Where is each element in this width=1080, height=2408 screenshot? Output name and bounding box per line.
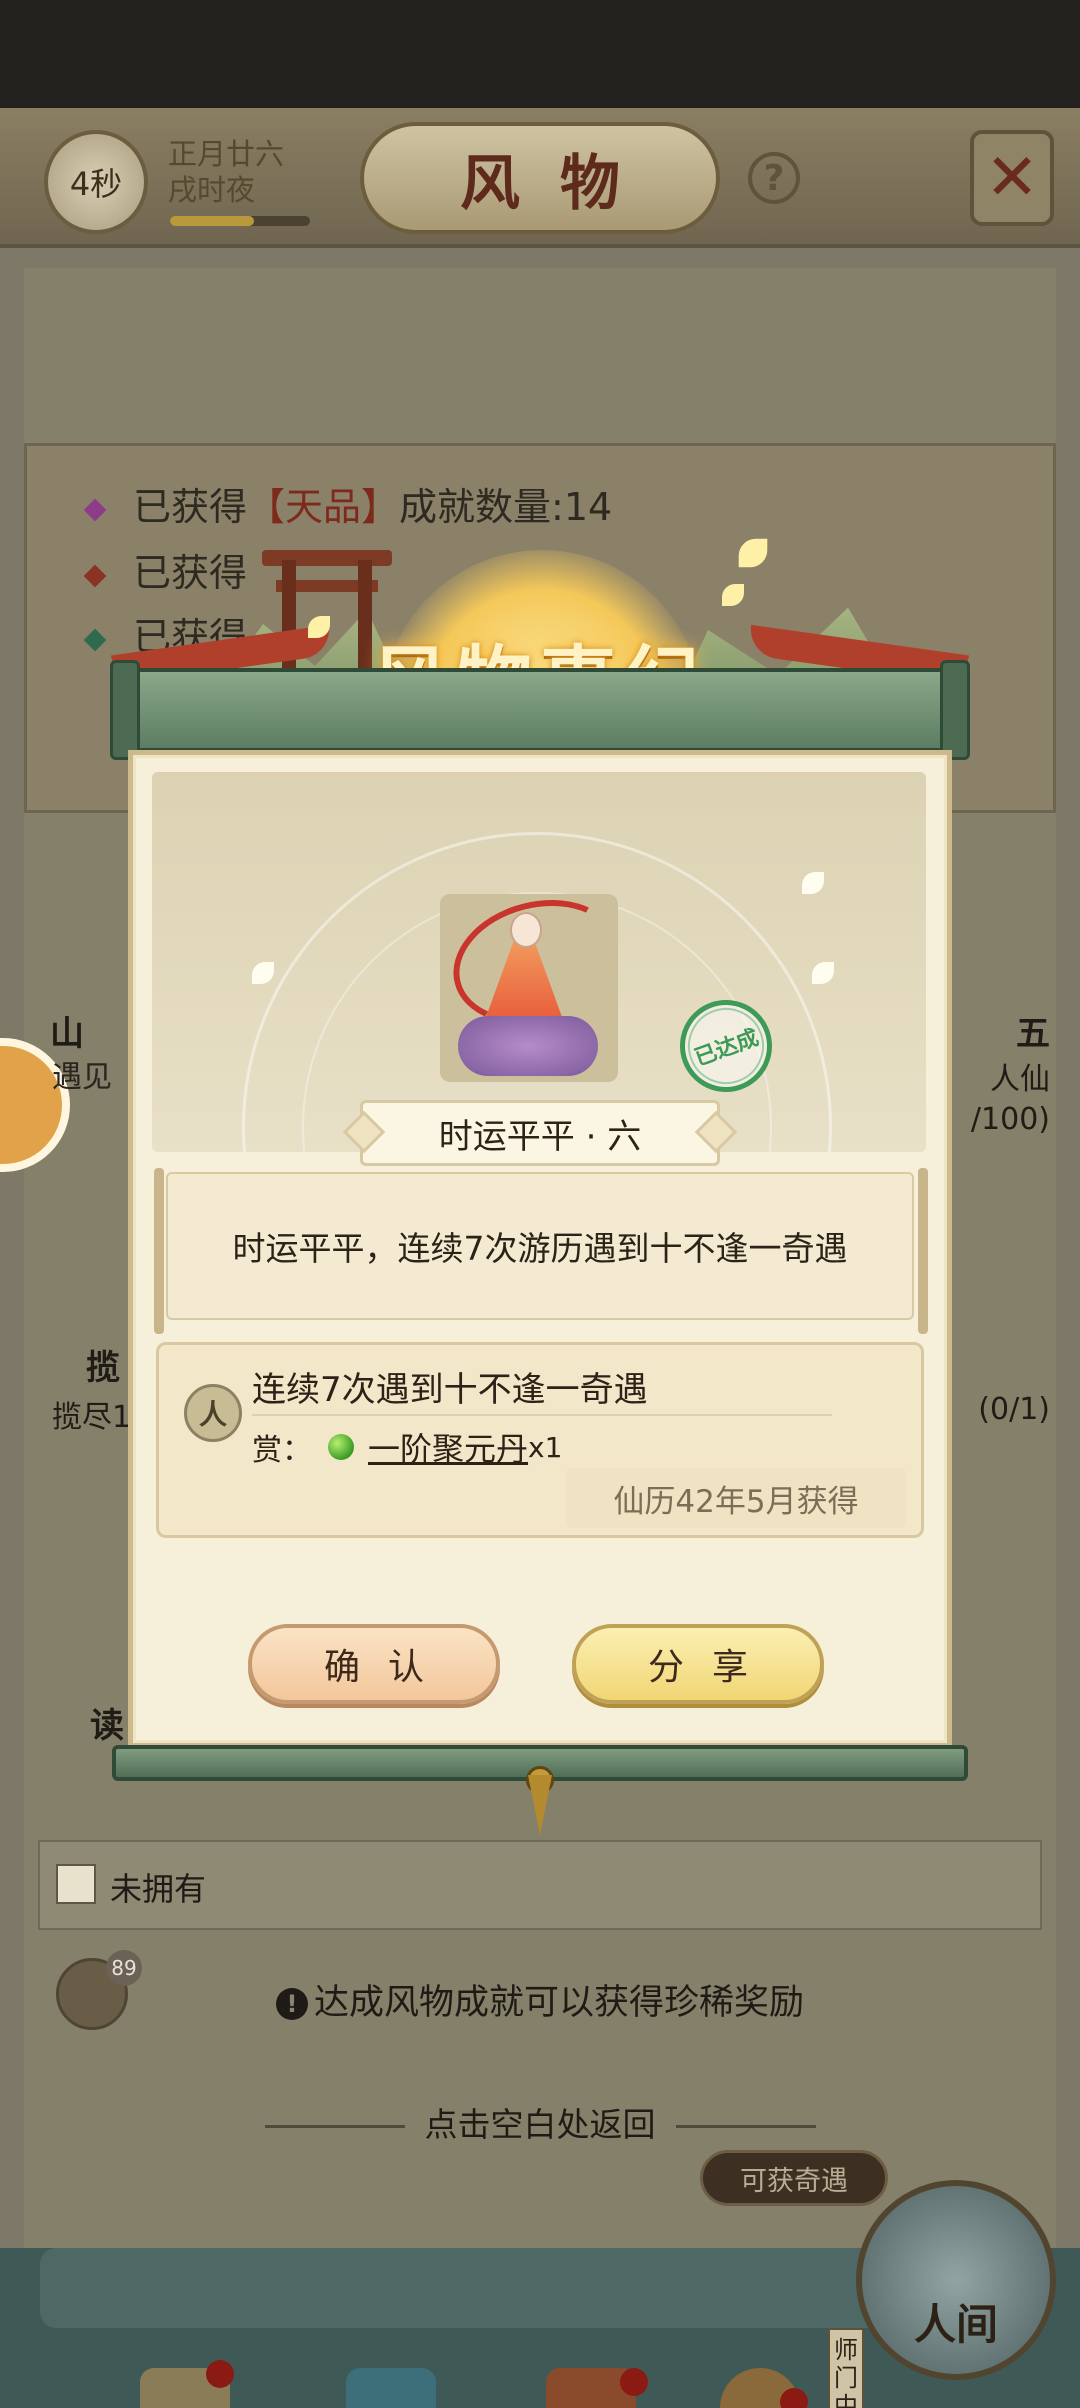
reward-item-link[interactable]: 一阶聚元丹	[368, 1424, 528, 1470]
scroll-rod-top	[112, 668, 968, 752]
shimen-status-tag: 师门中	[828, 2328, 864, 2408]
card-progress-right: (0/1)	[978, 1392, 1050, 1427]
achievement-condition: 连续7次遇到十不逢一奇遇	[252, 1370, 648, 1410]
achievement-name: 时运平平 · 六	[438, 1116, 642, 1157]
butterfly-icon	[802, 872, 824, 894]
diamond-icon	[83, 564, 107, 587]
filter-row: 未拥有	[38, 1840, 1042, 1930]
ren-badge-icon: 人	[184, 1384, 242, 1442]
qiyu-available-pill[interactable]: 可获奇遇	[700, 2150, 888, 2206]
nav-tab-dongfu[interactable]: 洞府	[316, 2368, 466, 2408]
date-line-2: 戌时夜	[168, 173, 256, 207]
page-title: 风物	[360, 122, 720, 234]
reward-hint: ! 达成风物成就可以获得珍稀奖励	[0, 1974, 1080, 2025]
elixir-icon	[328, 1434, 354, 1460]
pagoda-icon	[346, 2368, 436, 2408]
cloud-icon	[458, 1016, 598, 1076]
date-line-1: 正月廿六	[168, 137, 285, 171]
status-bar	[0, 0, 1080, 108]
diamond-icon	[83, 498, 107, 521]
card-subtitle-left: 遇见	[52, 1060, 112, 1095]
achievement-art-panel: 已达成	[152, 772, 926, 1152]
share-button[interactable]: 分享	[572, 1624, 824, 1704]
timer-badge: 4秒	[44, 130, 148, 234]
card-title-left: 读	[90, 1706, 124, 1746]
achievement-name-plate: 时运平平 · 六	[342, 1100, 738, 1166]
card-title-right: 五	[1016, 1014, 1050, 1054]
butterfly-icon	[252, 962, 274, 984]
notification-dot	[206, 2360, 234, 2388]
date-progress-bar	[170, 216, 310, 226]
reward-prefix: 赏：	[252, 1433, 312, 1468]
ornament-left	[264, 2125, 405, 2128]
card-title-left: 山	[50, 1014, 84, 1054]
exclamation-icon: !	[275, 1988, 308, 2020]
achievement-description: 时运平平，连续7次游历遇到十不逢一奇遇	[166, 1172, 914, 1320]
notification-dot	[620, 2368, 648, 2396]
filter-checkbox[interactable]	[56, 1864, 96, 1904]
rod-cap-left	[110, 660, 140, 760]
butterfly-icon	[722, 584, 744, 606]
timer-text: 4秒	[69, 165, 123, 203]
notification-dot	[780, 2388, 808, 2408]
reward-hint-text: 达成风物成就可以获得珍稀奖励	[313, 1983, 804, 2023]
filter-label: 未拥有	[110, 1870, 207, 1908]
reward-line: 赏： 一阶聚元丹 x1	[252, 1424, 562, 1470]
renjian-label: 人间	[913, 2300, 998, 2349]
card-title-left: 揽	[86, 1348, 120, 1388]
reward-quantity: x1	[528, 1430, 563, 1464]
top-header: 4秒 正月廿六 戌时夜 风物 ? ✕	[0, 108, 1080, 248]
back-hint[interactable]: 点击空白处返回	[0, 2098, 1080, 2146]
card-subtitle-right: 人仙	[990, 1062, 1050, 1097]
obtained-date: 仙历42年5月获得	[566, 1468, 906, 1528]
close-button[interactable]: ✕	[970, 130, 1054, 226]
back-hint-text: 点击空白处返回	[424, 2105, 656, 2144]
renjian-button[interactable]: 人间	[856, 2180, 1056, 2380]
nav-tab-xuanjing[interactable]: 玄境	[110, 2368, 260, 2408]
date-display: 正月廿六 戌时夜	[168, 136, 284, 208]
condition-divider	[252, 1414, 832, 1416]
butterfly-icon	[738, 538, 768, 568]
confirm-button[interactable]: 确认	[248, 1624, 500, 1704]
description-rail-right	[918, 1168, 928, 1334]
fairy-head-icon	[510, 912, 542, 948]
butterfly-icon	[812, 962, 834, 984]
card-progress-right: /100)	[970, 1102, 1050, 1137]
rod-cap-right	[940, 660, 970, 760]
card-subtitle-left: 揽尽1	[52, 1400, 132, 1435]
date-progress-fill	[170, 216, 254, 226]
help-button[interactable]: ?	[748, 152, 800, 204]
ornament-right	[675, 2125, 816, 2128]
diamond-icon	[83, 628, 107, 651]
description-rail-left	[154, 1168, 164, 1334]
